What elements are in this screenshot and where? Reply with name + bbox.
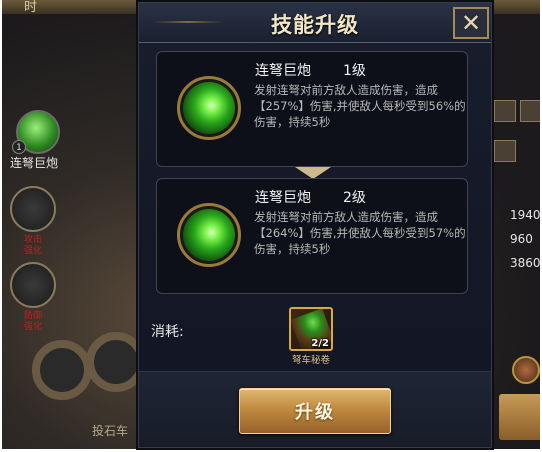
crossbow-skill-icon bbox=[183, 82, 235, 134]
top-bar-label: 时 bbox=[24, 0, 38, 15]
bg-defense-sub-label: 强化 bbox=[24, 322, 43, 332]
current-skill-description: 发射连弩对前方敌人造成伤害，造成【257%】伤害,并使敌人每秒受到56%的伤害，… bbox=[254, 83, 466, 129]
upgrade-button-label: 升级 bbox=[295, 402, 335, 423]
bg-right-icon[interactable] bbox=[494, 140, 516, 162]
next-skill-icon-frame bbox=[177, 203, 241, 267]
dialog-title: 技能升级 bbox=[271, 13, 359, 37]
bg-attack-sub-label: 强化 bbox=[24, 246, 43, 256]
current-skill-card: 连弩巨炮 1级 发射连弩对前方敌人造成伤害，造成【257%】伤害,并使敌人每秒受… bbox=[156, 51, 468, 167]
next-skill-description: 发射连弩对前方敌人造成伤害，造成【264%】伤害,并使敌人每秒受到57%的伤害，… bbox=[254, 210, 466, 256]
upgrade-button[interactable]: 升级 bbox=[239, 388, 391, 434]
cost-item-slot[interactable]: 2/2 bbox=[289, 307, 333, 351]
next-skill-level: 2级 bbox=[343, 190, 366, 206]
cost-item-count: 2/2 bbox=[311, 338, 329, 349]
next-skill-card: 连弩巨炮 2级 发射连弩对前方敌人造成伤害，造成【264%】伤害,并使敌人每秒受… bbox=[156, 178, 468, 294]
close-button[interactable]: ✕ bbox=[453, 7, 489, 39]
cost-item-name: 弩车秘卷 bbox=[291, 355, 330, 366]
skill-upgrade-dialog: 技能升级 ✕ 连弩巨炮 1级 发射连弩对前方敌人造成伤害，造成【257%】伤害,… bbox=[138, 2, 492, 448]
bg-skill-label: 连弩巨炮 bbox=[10, 156, 59, 170]
bg-skill-level-badge: 1 bbox=[12, 140, 26, 154]
bg-avatar[interactable] bbox=[512, 356, 540, 384]
current-skill-icon-frame bbox=[177, 76, 241, 140]
close-icon: ✕ bbox=[460, 9, 482, 37]
bg-attack-skill-icon[interactable] bbox=[10, 186, 56, 232]
bg-cart-label: 投石车 bbox=[92, 424, 129, 438]
crossbow-skill-icon bbox=[183, 209, 235, 261]
bg-right-icon[interactable] bbox=[494, 100, 516, 122]
next-skill-name: 连弩巨炮 bbox=[255, 190, 311, 206]
bg-stat-value: 1940 bbox=[510, 208, 540, 222]
bg-side-button[interactable] bbox=[499, 394, 540, 440]
current-skill-name: 连弩巨炮 bbox=[255, 63, 311, 79]
bg-cart-wheel bbox=[86, 332, 146, 392]
bg-cart-wheel bbox=[32, 340, 92, 400]
bg-stat-value: 3860 bbox=[510, 256, 540, 270]
bg-right-icon[interactable] bbox=[520, 100, 540, 122]
current-skill-level: 1级 bbox=[343, 63, 366, 79]
bg-defense-skill-icon[interactable] bbox=[10, 262, 56, 308]
cost-label: 消耗: bbox=[151, 324, 184, 340]
dialog-header: 技能升级 ✕ bbox=[139, 3, 491, 43]
bg-stat-value: 960 bbox=[510, 232, 533, 246]
